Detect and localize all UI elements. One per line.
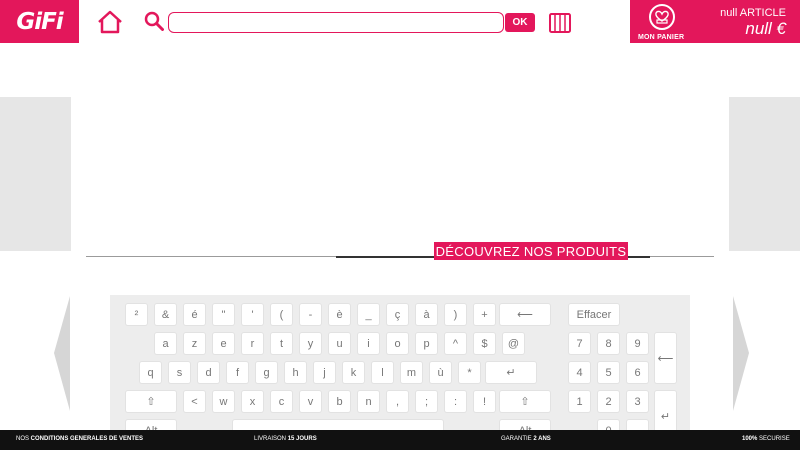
key-enter[interactable]: ↵ [486,362,536,383]
banner-side-left [0,97,71,251]
key[interactable]: " [213,304,234,325]
key[interactable]: ) [445,304,466,325]
home-icon[interactable] [97,10,123,34]
key-clear[interactable]: Effacer [569,304,619,325]
numpad-key[interactable]: 4 [569,362,590,383]
key[interactable]: , [387,391,408,412]
numpad-key[interactable]: 6 [627,362,648,383]
key[interactable]: w [213,391,234,412]
key[interactable]: u [329,333,350,354]
numpad-key[interactable]: 2 [598,391,619,412]
key[interactable]: c [271,391,292,412]
key[interactable]: ç [387,304,408,325]
footer-delivery: LIVRAISON 15 JOURS [254,436,317,442]
key[interactable]: b [329,391,350,412]
key[interactable]: & [155,304,176,325]
footer-secure: 100% SECURISE [742,436,790,442]
key[interactable]: s [169,362,190,383]
cart-article-count: null ARTICLE [720,7,786,19]
key[interactable]: ² [126,304,147,325]
footer: NOS CONDITIONS GENERALES DE VENTES LIVRA… [0,430,800,450]
key[interactable]: ù [430,362,451,383]
key-shift-right[interactable]: ⇧ [500,391,550,412]
key[interactable]: ; [416,391,437,412]
arrow-right-icon[interactable] [731,296,751,411]
key[interactable]: r [242,333,263,354]
numpad-key[interactable]: 5 [598,362,619,383]
key[interactable]: ( [271,304,292,325]
key[interactable]: l [372,362,393,383]
key[interactable]: z [184,333,205,354]
numpad-key[interactable]: 3 [627,391,648,412]
arrow-left-icon[interactable] [52,296,72,411]
cart-label: MON PANIER [638,34,685,41]
discover-products-label[interactable]: DÉCOUVREZ NOS PRODUITS [434,242,628,260]
key[interactable]: v [300,391,321,412]
key[interactable]: ' [242,304,263,325]
key[interactable]: g [256,362,277,383]
key[interactable]: k [343,362,364,383]
key[interactable]: o [387,333,408,354]
gifi-logo[interactable]: GiFi [0,0,79,43]
key[interactable]: h [285,362,306,383]
key-shift-left[interactable]: ⇧ [126,391,176,412]
key[interactable]: + [474,304,495,325]
numpad-key-backspace[interactable]: ⟵ [655,333,676,383]
numpad-key[interactable]: 9 [627,333,648,354]
key[interactable]: < [184,391,205,412]
key[interactable]: è [329,304,350,325]
footer-cgv-link[interactable]: NOS CONDITIONS GENERALES DE VENTES [16,436,143,442]
key[interactable]: t [271,333,292,354]
key[interactable]: f [227,362,248,383]
key[interactable]: a [155,333,176,354]
key[interactable]: à [416,304,437,325]
numpad-key[interactable]: 8 [598,333,619,354]
cart-icon [649,4,675,30]
cart-button[interactable]: MON PANIER null ARTICLE null € [630,0,800,43]
key[interactable]: e [213,333,234,354]
search-ok-button[interactable]: OK [505,13,535,32]
key[interactable]: @ [503,333,524,354]
numpad-key[interactable]: 7 [569,333,590,354]
catalog-icon[interactable] [548,12,572,34]
banner-side-right [729,97,800,251]
cart-total: null € [745,19,786,38]
search-icon[interactable] [144,11,164,31]
header: GiFi OK MON PANIER null ARTICLE null € [0,0,800,43]
search-input[interactable] [168,12,504,33]
key[interactable]: p [416,333,437,354]
key[interactable]: ! [474,391,495,412]
key[interactable]: x [242,391,263,412]
key[interactable]: q [140,362,161,383]
key[interactable]: - [300,304,321,325]
virtual-keyboard: ² & é " '(- è _ ç à) + ⟵ a z e r t y u i o p ^ $ @ q s d f g h j k l m ù * ↵… [110,295,690,441]
key[interactable]: i [358,333,379,354]
key[interactable]: y [300,333,321,354]
key-backspace[interactable]: ⟵ [500,304,550,325]
footer-warranty: GARANTIE 2 ANS [501,436,551,442]
key[interactable]: * [459,362,480,383]
key[interactable]: m [401,362,422,383]
numpad-key[interactable]: 1 [569,391,590,412]
key[interactable]: d [198,362,219,383]
key[interactable]: ^ [445,333,466,354]
key[interactable]: j [314,362,335,383]
key[interactable]: $ [474,333,495,354]
key[interactable]: _ [358,304,379,325]
key[interactable]: : [445,391,466,412]
key[interactable]: é [184,304,205,325]
key[interactable]: n [358,391,379,412]
